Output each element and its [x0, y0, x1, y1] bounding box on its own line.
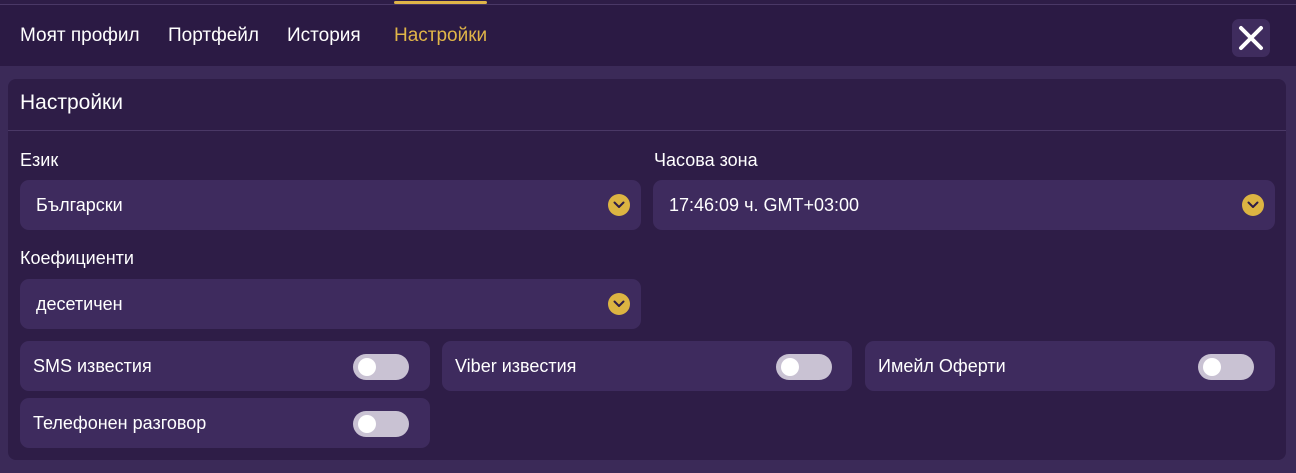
phone-call-row: Телефонен разговор [20, 398, 430, 448]
toggle-knob [358, 415, 376, 433]
chevron-down-icon [608, 293, 630, 315]
phone-call-toggle[interactable] [353, 411, 409, 437]
timezone-label: Часова зона [654, 150, 758, 170]
odds-value: десетичен [36, 294, 123, 314]
tab-bar: Моят профил Портфейл История Настройки [0, 1, 1296, 66]
viber-notifications-toggle[interactable] [776, 354, 832, 380]
odds-label: Коефициенти [20, 248, 134, 268]
language-label: Език [20, 150, 59, 170]
toggle-knob [1203, 358, 1221, 376]
toggle-knob [781, 358, 799, 376]
language-value: Български [36, 195, 123, 215]
tab-wallet[interactable]: Портфейл [168, 5, 259, 66]
close-button[interactable] [1232, 19, 1270, 57]
phone-call-label: Телефонен разговор [33, 413, 207, 433]
settings-title: Настройки [20, 91, 123, 114]
sms-notifications-row: SMS известия [20, 341, 430, 391]
title-divider [8, 130, 1286, 131]
chevron-down-icon [608, 194, 630, 216]
settings-card: Настройки Език Български Часова зона 17:… [8, 79, 1286, 460]
odds-select[interactable]: десетичен [20, 279, 641, 329]
tab-history[interactable]: История [287, 5, 361, 66]
timezone-select[interactable]: 17:46:09 ч. GMT+03:00 [653, 180, 1275, 230]
tab-my-profile[interactable]: Моят профил [20, 5, 140, 66]
language-select[interactable]: Български [20, 180, 641, 230]
viber-notifications-row: Viber известия [442, 341, 852, 391]
viber-notifications-label: Viber известия [455, 356, 577, 376]
tab-settings[interactable]: Настройки [394, 1, 488, 66]
email-offers-label: Имейл Оферти [878, 356, 1006, 376]
email-offers-toggle[interactable] [1198, 354, 1254, 380]
chevron-down-icon [1242, 194, 1264, 216]
sms-notifications-label: SMS известия [33, 356, 152, 376]
timezone-value: 17:46:09 ч. GMT+03:00 [669, 195, 859, 215]
toggle-knob [358, 358, 376, 376]
email-offers-row: Имейл Оферти [865, 341, 1275, 391]
close-icon [1239, 26, 1263, 50]
sms-notifications-toggle[interactable] [353, 354, 409, 380]
